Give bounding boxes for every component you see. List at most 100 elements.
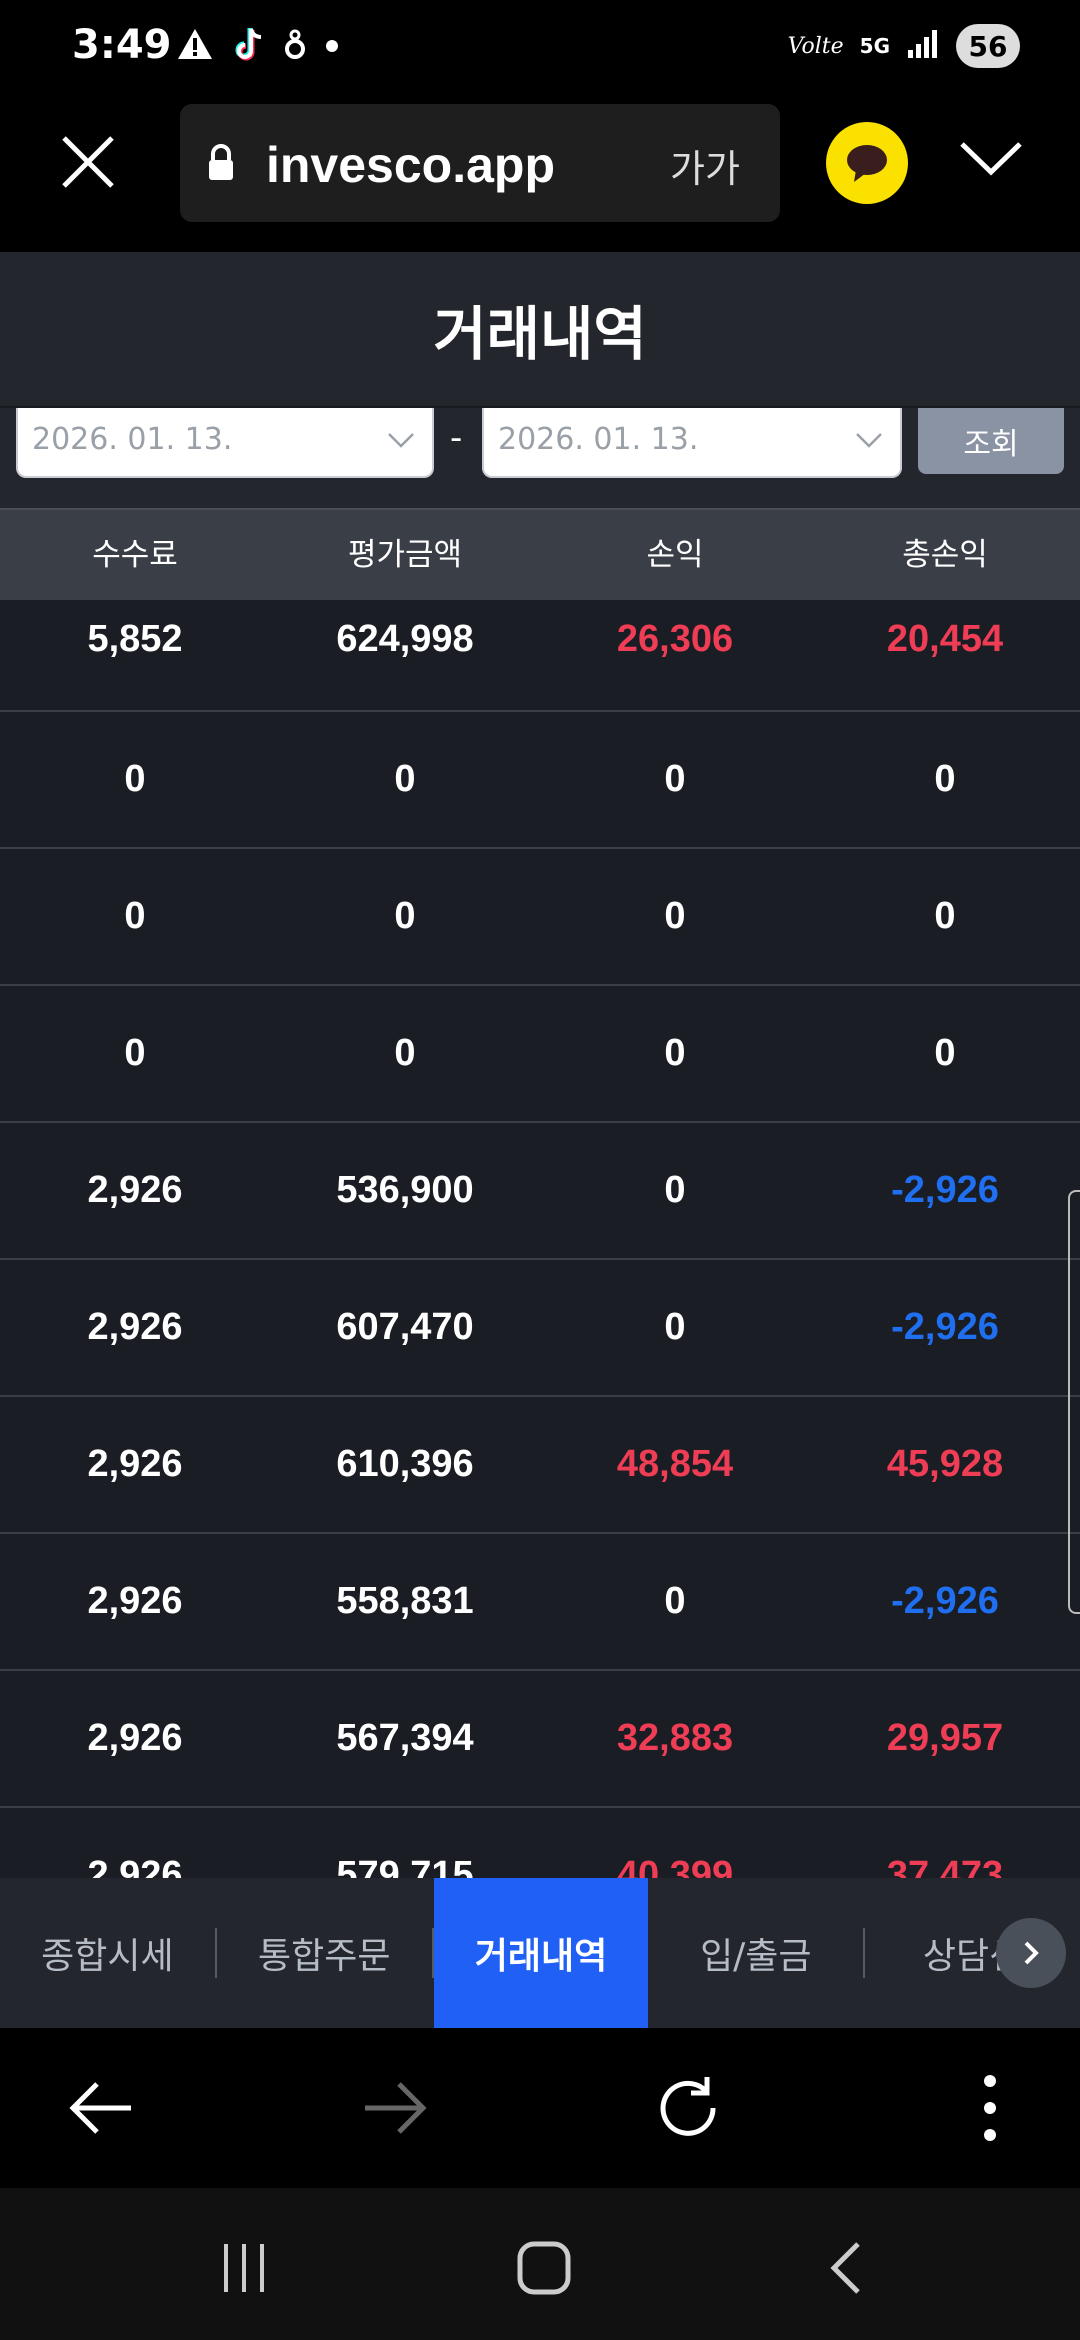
kakao-talk-button[interactable] — [826, 122, 908, 204]
cell-total-pnl: 0 — [934, 1032, 956, 1074]
cell-fee: 0 — [124, 758, 146, 800]
reload-button[interactable] — [648, 2068, 728, 2148]
bottom-tab-nav: 종합시세 통합주문 거래내역 입/출금 상담센 — [0, 1878, 1080, 2028]
cell-pnl: 0 — [664, 1169, 686, 1211]
system-back-button[interactable] — [808, 2228, 888, 2308]
table-row[interactable]: 2,926 567,394 32,883 29,957 — [0, 1671, 1080, 1808]
cell-fee: 2,926 — [87, 1169, 183, 1211]
cell-total-pnl: -2,926 — [891, 1306, 999, 1348]
cell-fee: 2,926 — [87, 1717, 183, 1759]
signal-icon — [906, 28, 940, 64]
tab-scroll-next-button[interactable] — [996, 1918, 1066, 1988]
scrollbar[interactable] — [1068, 1190, 1080, 1614]
back-arrow-icon — [69, 2082, 131, 2134]
cell-total-pnl: 0 — [934, 895, 956, 937]
cell-value: 567,394 — [336, 1717, 474, 1759]
column-header-total-pnl: 총손익 — [902, 537, 988, 573]
more-icon — [984, 2075, 996, 2141]
tab-integrated-order[interactable]: 통합주문 — [217, 1878, 432, 2028]
recents-icon — [224, 2244, 264, 2292]
close-button[interactable] — [56, 130, 120, 194]
chevron-down-icon — [960, 142, 1022, 176]
volte-label: Volte — [787, 33, 844, 59]
system-navigation — [0, 2188, 1080, 2340]
end-date-value: 2026. 01. 13. — [498, 422, 699, 457]
date-filter: 2026. 01. 13. - 2026. 01. 13. 조회 — [0, 408, 1080, 508]
close-icon — [62, 136, 114, 188]
column-header-pnl: 손익 — [646, 537, 704, 573]
tab-trade-history[interactable]: 거래내역 — [433, 1878, 649, 2028]
cell-fee: 2,926 — [87, 1580, 183, 1622]
cell-value: 624,998 — [336, 618, 474, 660]
cell-total-pnl: -2,926 — [891, 1580, 999, 1622]
end-date-select[interactable]: 2026. 01. 13. — [482, 408, 902, 478]
table-row[interactable]: 2,926 610,396 48,854 45,928 — [0, 1397, 1080, 1534]
page-title: 거래내역 — [433, 300, 647, 368]
start-date-select[interactable]: 2026. 01. 13. — [16, 408, 434, 478]
cell-fee: 5,852 — [87, 618, 183, 660]
tab-deposit-withdraw[interactable]: 입/출금 — [648, 1878, 863, 2028]
cell-fee: 2,926 — [87, 1854, 183, 1878]
tiktok-icon — [232, 26, 264, 66]
cell-pnl: 0 — [664, 1032, 686, 1074]
cell-pnl: 0 — [664, 895, 686, 937]
chevron-down-icon — [388, 433, 414, 448]
cell-value: 0 — [394, 758, 416, 800]
page-header: 거래내역 — [0, 252, 1080, 408]
cell-value: 610,396 — [336, 1443, 474, 1485]
cell-value: 536,900 — [336, 1169, 474, 1211]
cell-pnl: 26,306 — [616, 618, 734, 660]
home-button[interactable] — [504, 2228, 584, 2308]
kakao-talk-icon — [847, 145, 887, 182]
battery-indicator: 56 — [956, 24, 1020, 68]
status-bar: 3:49 Volte 5G 56 — [0, 0, 1080, 96]
cell-total-pnl: 29,957 — [886, 1717, 1004, 1759]
warning-icon — [176, 27, 214, 65]
table-row[interactable]: 2,926 558,831 0 -2,926 — [0, 1534, 1080, 1671]
cell-total-pnl: -2,926 — [891, 1169, 999, 1211]
lock-icon — [206, 144, 236, 186]
search-button[interactable]: 조회 — [918, 408, 1064, 474]
table-row[interactable]: 0 0 0 0 — [0, 986, 1080, 1123]
address-bar[interactable]: invesco.app 가가 — [180, 104, 780, 222]
network-label: 5G — [859, 34, 890, 58]
table-row[interactable]: 2,926 607,470 0 -2,926 — [0, 1260, 1080, 1397]
cell-value: 607,470 — [336, 1306, 474, 1348]
status-time: 3:49 — [72, 22, 172, 68]
cell-pnl: 32,883 — [616, 1717, 734, 1759]
text-size-button[interactable]: 가가 — [670, 138, 740, 193]
more-button[interactable] — [950, 2068, 1030, 2148]
recents-button[interactable] — [204, 2228, 284, 2308]
browser-toolbar: invesco.app 가가 — [0, 96, 1080, 252]
cell-total-pnl: 0 — [934, 758, 956, 800]
table-row[interactable]: 2,926 536,900 0 -2,926 — [0, 1123, 1080, 1260]
system-status-icons: Volte 5G 56 — [788, 24, 1020, 68]
table-row[interactable]: 5,852 624,998 26,306 20,454 — [0, 600, 1080, 712]
start-date-value: 2026. 01. 13. — [32, 422, 233, 457]
table-row[interactable]: 0 0 0 0 — [0, 712, 1080, 849]
cell-value: 579,715 — [336, 1854, 474, 1878]
trade-history-table[interactable]: 5,852 624,998 26,306 20,454 0 0 0 0 0 0 … — [0, 600, 1080, 1878]
cell-fee: 0 — [124, 895, 146, 937]
column-header-value: 평가금액 — [347, 537, 463, 573]
table-row[interactable]: 0 0 0 0 — [0, 849, 1080, 986]
forward-arrow-icon — [365, 2082, 427, 2134]
cell-pnl: 40,399 — [616, 1854, 734, 1878]
cell-total-pnl: 37,473 — [886, 1854, 1004, 1878]
chevron-down-icon — [856, 433, 882, 448]
cell-total-pnl: 20,454 — [886, 618, 1004, 660]
back-button[interactable] — [62, 2068, 142, 2148]
table-row[interactable]: 2,926 579,715 40,399 37,473 — [0, 1808, 1080, 1878]
cell-pnl: 0 — [664, 758, 686, 800]
tab-market-overview[interactable]: 종합시세 — [0, 1878, 215, 2028]
cell-fee: 2,926 — [87, 1306, 183, 1348]
cell-total-pnl: 45,928 — [886, 1443, 1004, 1485]
cell-fee: 2,926 — [87, 1443, 183, 1485]
chevron-right-icon — [1024, 1941, 1039, 1965]
expand-menu-button[interactable] — [956, 134, 1026, 184]
url-text: invesco.app — [266, 137, 555, 193]
cell-value: 558,831 — [336, 1580, 474, 1622]
table-header: 수수료 평가금액 손익 총손익 — [0, 508, 1080, 600]
forward-button[interactable] — [354, 2068, 434, 2148]
cell-value: 0 — [394, 1032, 416, 1074]
